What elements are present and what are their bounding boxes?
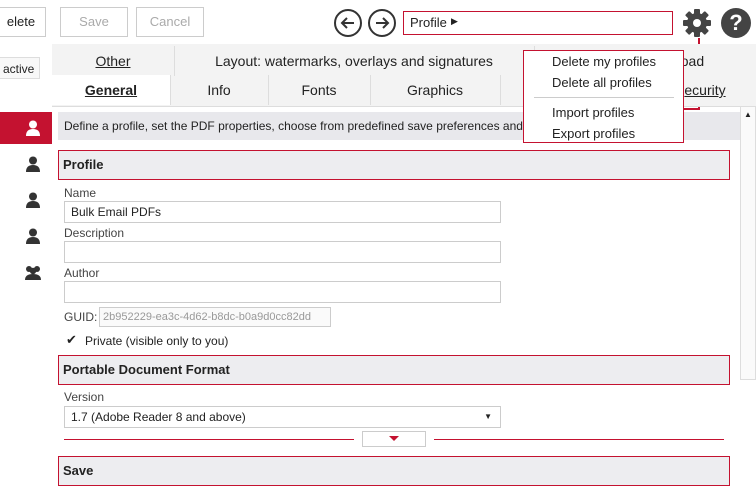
user-icon xyxy=(26,192,40,208)
chevron-down-icon xyxy=(389,436,399,441)
divider-left xyxy=(64,439,354,440)
sidebar-item-user-2[interactable] xyxy=(0,148,52,180)
menu-item-export-profiles[interactable]: Export profiles xyxy=(552,126,635,141)
cancel-button[interactable]: Cancel xyxy=(136,7,204,37)
arrow-left-icon xyxy=(340,17,354,29)
section-header-profile[interactable]: Profile xyxy=(58,150,730,180)
checkmark-icon: ✔ xyxy=(66,332,77,347)
expand-button[interactable] xyxy=(362,431,426,447)
menu-item-delete-my-profiles[interactable]: Delete my profiles xyxy=(552,54,656,69)
menu-separator xyxy=(534,97,674,98)
status-badge: active xyxy=(0,57,40,79)
guid-field: 2b952229-ea3c-4d62-b8dc-b0a9d0cc82dd xyxy=(99,307,331,327)
menu-item-import-profiles[interactable]: Import profiles xyxy=(552,105,634,120)
menu-connector xyxy=(684,108,700,110)
tab-general[interactable]: General xyxy=(52,75,171,105)
sidebar-item-user-1[interactable] xyxy=(0,112,52,144)
menu-item-delete-all-profiles[interactable]: Delete all profiles xyxy=(552,75,652,90)
forward-button[interactable] xyxy=(368,9,396,37)
user-icon xyxy=(26,156,40,172)
help-icon[interactable]: ? xyxy=(721,8,751,38)
tab-other[interactable]: Other xyxy=(52,46,175,76)
guid-label: GUID: xyxy=(64,310,98,324)
author-label: Author xyxy=(64,266,100,280)
version-label: Version xyxy=(64,390,105,404)
sidebar-item-user-3[interactable] xyxy=(0,184,52,216)
sidebar-item-group[interactable] xyxy=(0,256,52,288)
name-label: Name xyxy=(64,186,97,200)
tab-info[interactable]: Info xyxy=(170,75,269,105)
tab-security[interactable]: ecurity xyxy=(680,75,730,105)
section-header-save[interactable]: Save xyxy=(58,456,730,486)
dropdown-arrow-icon: ▼ xyxy=(484,412,492,421)
user-icon xyxy=(26,228,40,244)
group-icon xyxy=(25,266,41,280)
save-button[interactable]: Save xyxy=(60,7,128,37)
scrollbar[interactable]: ▲ xyxy=(740,106,756,380)
version-select[interactable]: 1.7 (Adobe Reader 8 and above) ▼ xyxy=(64,406,501,428)
version-value: 1.7 (Adobe Reader 8 and above) xyxy=(71,410,246,424)
description-label: Description xyxy=(64,226,125,240)
tab-graphics[interactable]: Graphics xyxy=(370,75,501,105)
back-button[interactable] xyxy=(334,9,362,37)
gear-icon[interactable] xyxy=(682,8,712,38)
tab-fonts[interactable]: Fonts xyxy=(268,75,371,105)
description-field[interactable] xyxy=(64,241,501,263)
breadcrumb-arrow-icon: ▶ xyxy=(451,16,458,26)
private-label[interactable]: Private (visible only to you) xyxy=(85,334,228,348)
sidebar-item-user-4[interactable] xyxy=(0,220,52,252)
breadcrumb[interactable]: Profile ▶ xyxy=(403,11,673,35)
breadcrumb-item-profile[interactable]: Profile xyxy=(410,15,447,30)
divider-right xyxy=(434,439,724,440)
profile-menu: Delete my profiles Delete all profiles I… xyxy=(523,50,684,143)
private-checkbox[interactable]: ✔ xyxy=(66,332,80,348)
scroll-up-icon[interactable]: ▲ xyxy=(744,110,752,119)
tab-layout[interactable]: Layout: watermarks, overlays and signatu… xyxy=(174,46,535,76)
user-icon xyxy=(26,120,40,136)
section-header-pdf[interactable]: Portable Document Format xyxy=(58,355,730,385)
name-field[interactable]: Bulk Email PDFs xyxy=(64,201,501,223)
delete-button[interactable]: elete xyxy=(0,7,46,37)
arrow-right-icon xyxy=(376,17,390,29)
author-field[interactable] xyxy=(64,281,501,303)
